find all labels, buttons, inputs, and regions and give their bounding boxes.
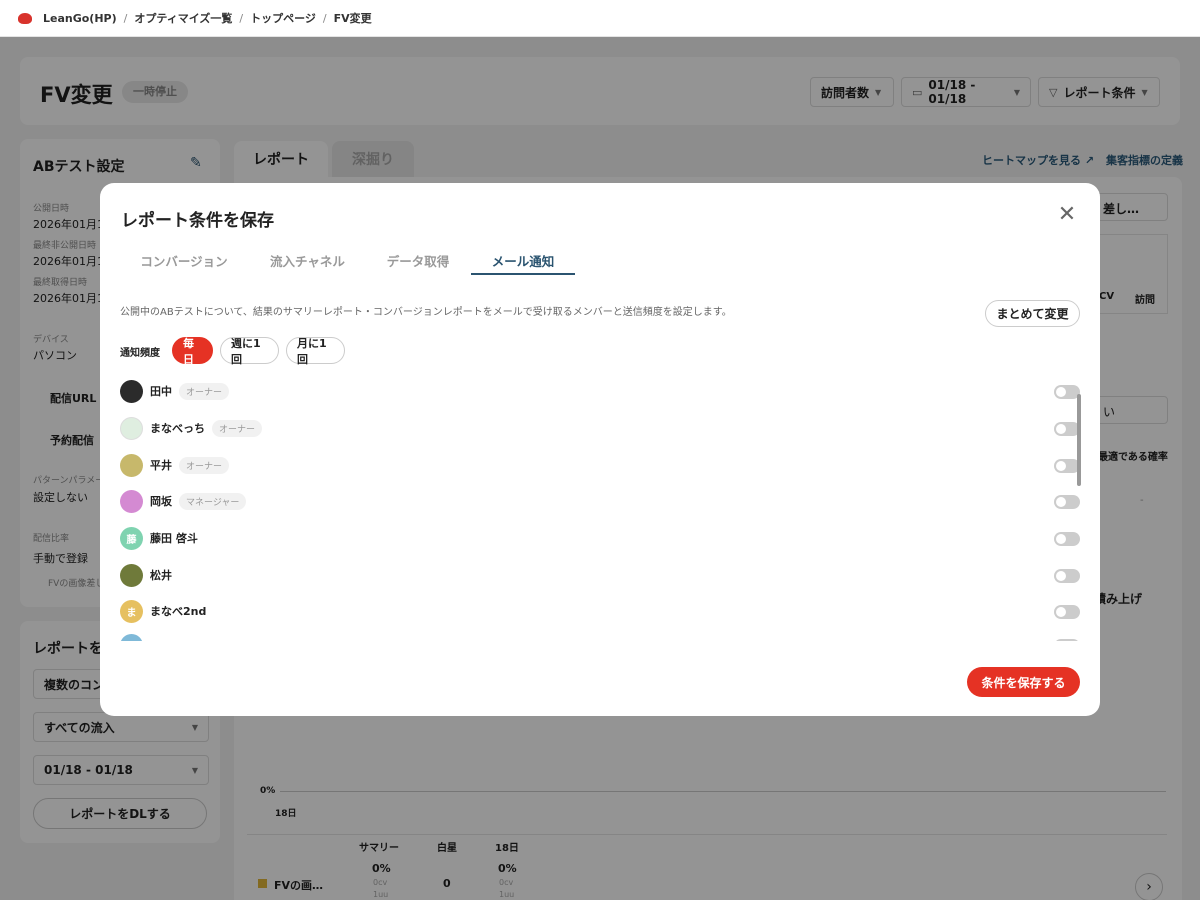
avatar — [120, 453, 143, 477]
close-icon[interactable]: ✕ — [1055, 203, 1079, 227]
breadcrumb-separator: / — [322, 11, 327, 25]
list-item — [120, 633, 1080, 641]
member-name: 松井 — [150, 569, 172, 582]
modal-description: 公開中のABテストについて、結果のサマリーレポート・コンバージョンレポートをメー… — [120, 307, 732, 318]
breadcrumb-optimize-list[interactable]: オプティマイズ一覧 — [134, 10, 232, 26]
member-name: 岡坂 — [150, 495, 172, 508]
role-badge: オーナー — [179, 456, 230, 474]
member-name: まなべっち — [150, 422, 205, 435]
breadcrumb-current: FV変更 — [333, 12, 372, 25]
save-conditions-button[interactable]: 条件を保存する — [967, 667, 1080, 697]
member-list: 田中 オーナー まなべっち オーナー 平井 オーナー 岡坂 マネージャー 藤 藤… — [100, 379, 1100, 641]
avatar — [120, 489, 143, 513]
member-name: 田中 — [150, 385, 172, 398]
frequency-monthly-button[interactable]: 月に1回 — [286, 337, 345, 366]
avatar — [120, 563, 143, 587]
tab-conversion[interactable]: コンバージョン — [121, 245, 247, 275]
frequency-daily-button[interactable]: 毎日 — [172, 337, 213, 366]
tab-data-fetch[interactable]: データ取得 — [368, 245, 468, 275]
modal-title: レポート条件を保存 — [121, 211, 274, 231]
avatar: ま — [120, 599, 143, 623]
role-badge: マネージャー — [179, 492, 247, 510]
notification-toggle[interactable] — [1054, 532, 1080, 546]
list-item: 藤 藤田 啓斗 — [120, 526, 1080, 550]
tab-email-notification[interactable]: メール通知 — [471, 245, 575, 275]
member-name: 平井 — [150, 459, 172, 472]
avatar — [120, 379, 143, 403]
frequency-weekly-button[interactable]: 週に1回 — [220, 337, 279, 366]
tab-inflow-channel[interactable]: 流入チャネル — [251, 245, 364, 275]
notification-toggle[interactable] — [1054, 605, 1080, 619]
list-item: まなべっち オーナー — [120, 416, 1080, 440]
member-name: 藤田 啓斗 — [150, 532, 198, 545]
frequency-label: 通知頻度 — [120, 348, 160, 359]
list-item: 松井 — [120, 563, 1080, 587]
breadcrumb-top-page[interactable]: トップページ — [250, 10, 316, 26]
notification-toggle[interactable] — [1054, 639, 1080, 641]
save-report-conditions-modal: レポート条件を保存 ✕ コンバージョン 流入チャネル データ取得 メール通知 公… — [100, 183, 1100, 716]
breadcrumb-separator: / — [239, 11, 244, 25]
notification-toggle[interactable] — [1054, 569, 1080, 583]
member-list-scrollbar[interactable] — [1077, 394, 1081, 486]
bulk-change-button[interactable]: まとめて変更 — [985, 300, 1080, 327]
avatar — [120, 633, 143, 641]
breadcrumb: LeanGo(HP) / オプティマイズ一覧 / トップページ / FV変更 — [0, 0, 1200, 37]
breadcrumb-project[interactable]: LeanGo(HP) — [43, 12, 117, 25]
role-badge: オーナー — [212, 419, 263, 437]
list-item: 田中 オーナー — [120, 379, 1080, 403]
list-item: ま まなべ2nd — [120, 599, 1080, 623]
leango-logo-icon — [18, 12, 32, 24]
role-badge: オーナー — [179, 382, 230, 400]
member-name: まなべ2nd — [150, 605, 207, 618]
breadcrumb-separator: / — [123, 11, 128, 25]
list-item: 岡坂 マネージャー — [120, 489, 1080, 513]
avatar: 藤 — [120, 526, 143, 550]
list-item: 平井 オーナー — [120, 453, 1080, 477]
avatar — [120, 416, 143, 440]
notification-toggle[interactable] — [1054, 495, 1080, 509]
